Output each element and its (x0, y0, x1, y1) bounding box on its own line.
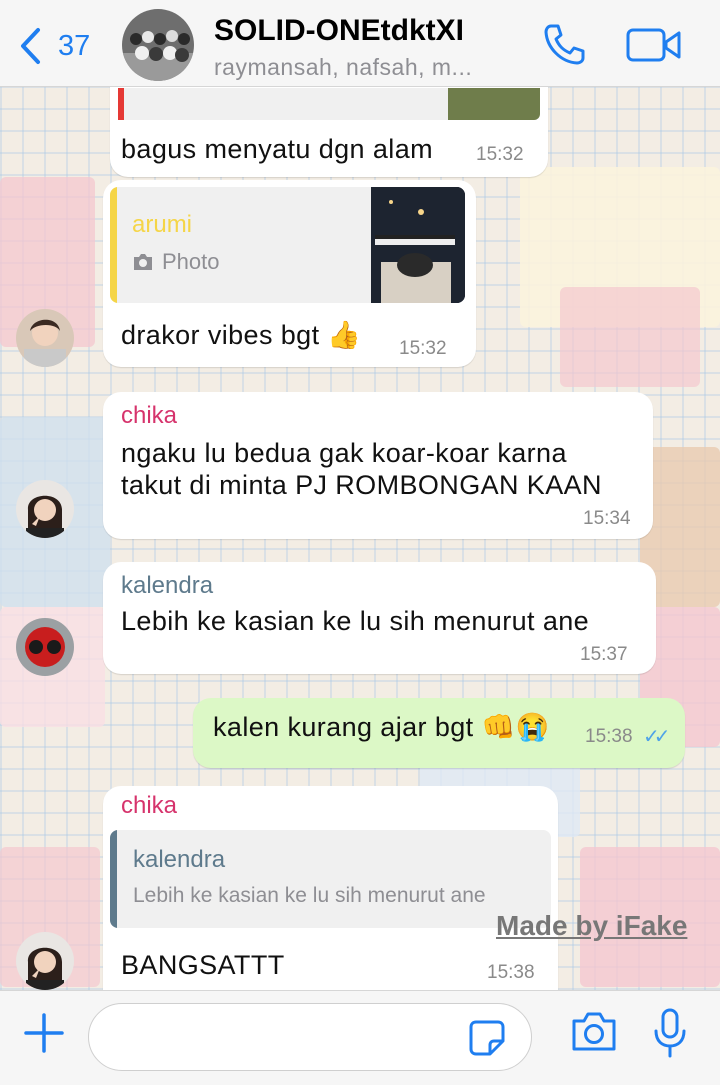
message-time: 15:32 (399, 338, 447, 359)
quote-text: Photo (162, 249, 220, 274)
sender-name[interactable]: chika (121, 402, 177, 430)
message-bubble[interactable]: kalendra Lebih ke kasian ke lu sih menur… (103, 562, 656, 674)
message-time: 15:38 (585, 726, 633, 747)
message-text: drakor vibes bgt 👍 (121, 320, 362, 350)
quote-text: Lebih ke kasian ke lu sih menurut ane (133, 884, 486, 907)
message-bubble[interactable]: chika kalendra Lebih ke kasian ke lu sih… (103, 786, 558, 990)
quote-preview (118, 88, 456, 120)
message-text: BANGSATTT (121, 950, 285, 980)
photo-thumbnail[interactable] (448, 88, 540, 120)
message-input[interactable] (88, 1003, 532, 1071)
quote-bar (118, 88, 124, 120)
avatar[interactable] (16, 309, 74, 367)
avatar[interactable] (16, 480, 74, 538)
photo-thumbnail[interactable] (371, 187, 465, 303)
sticker-icon[interactable] (468, 1019, 506, 1057)
back-button[interactable]: 37 (18, 26, 90, 66)
composer-bar (0, 990, 720, 1085)
camera-icon (134, 254, 152, 270)
message-text-line: ngaku lu bedua gak koar-koar karna (121, 438, 567, 468)
message-time: 15:37 (580, 644, 628, 665)
watermark: Made by iFake (496, 910, 688, 941)
plus-icon[interactable] (20, 1009, 68, 1057)
message-time: 15:34 (583, 508, 631, 529)
group-avatar[interactable] (122, 9, 194, 81)
message-time: 15:32 (476, 144, 524, 165)
message-text-line: takut di minta PJ ROMBONGAN KAAN (121, 470, 602, 500)
unread-count: 37 (58, 29, 91, 62)
microphone-icon[interactable] (652, 1007, 688, 1059)
read-ticks-icon: ✓✓ (643, 726, 670, 748)
message-bubble[interactable]: chika ngaku lu bedua gak koar-koar karna… (103, 392, 653, 539)
chevron-left-icon (21, 28, 40, 64)
chat-header: 37 SOLID-ONEtdktXI raymansah, nafsah, m.… (0, 0, 720, 87)
avatar[interactable] (16, 932, 74, 990)
sender-name[interactable]: kalendra (121, 572, 213, 600)
video-call-icon[interactable] (626, 26, 682, 64)
sender-name[interactable]: chika (121, 792, 177, 820)
message-text: bagus menyatu dgn alam (121, 134, 433, 164)
outgoing-message-bubble[interactable]: kalen kurang ajar bgt 👊😭 15:38 ✓✓ (193, 698, 685, 768)
message-text: Lebih ke kasian ke lu sih menurut ane (121, 606, 590, 636)
message-time: 15:38 (487, 962, 535, 983)
avatar[interactable] (16, 618, 74, 676)
group-name[interactable]: SOLID-ONEtdktXI (214, 14, 464, 48)
quote-preview[interactable]: arumi Photo (110, 187, 465, 303)
message-text: kalen kurang ajar bgt 👊😭 (213, 712, 550, 742)
quote-sender: kalendra (133, 846, 226, 873)
phone-call-icon[interactable] (542, 22, 586, 66)
camera-icon[interactable] (570, 1009, 618, 1053)
quote-sender: arumi (132, 211, 193, 238)
group-members[interactable]: raymansah, nafsah, m... (214, 54, 472, 81)
quote-preview[interactable]: kalendra Lebih ke kasian ke lu sih menur… (110, 830, 551, 928)
message-bubble[interactable]: arumi Photo drakor vibes bgt 👍 15:32 (103, 180, 476, 367)
